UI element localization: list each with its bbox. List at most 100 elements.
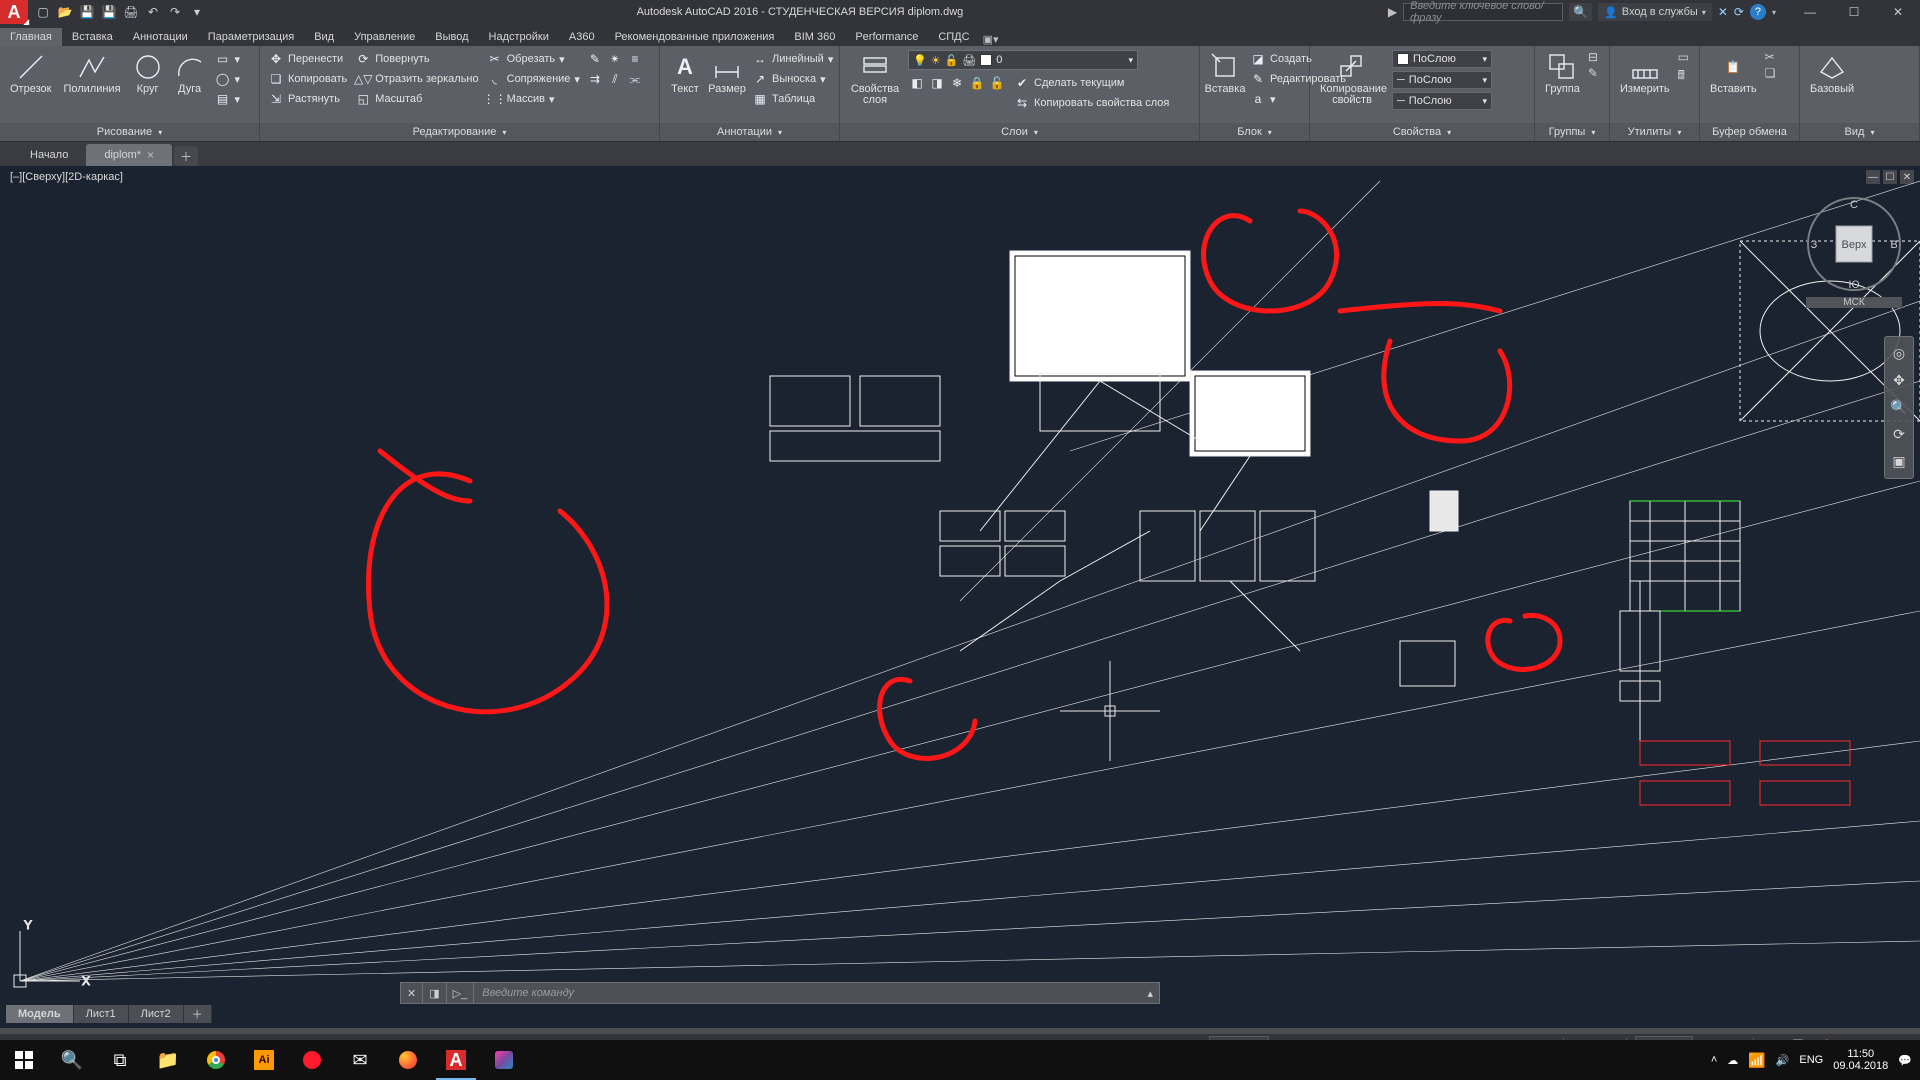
text-button[interactable]: A Текст xyxy=(666,50,704,97)
circle-button[interactable]: Круг xyxy=(129,50,167,97)
tray-expand-icon[interactable]: ˄ xyxy=(1711,1054,1717,1066)
taskview-icon[interactable]: ⧉ xyxy=(96,1040,144,1080)
make-current-button[interactable]: ✔Сделать текущим xyxy=(1012,74,1171,92)
help-icon[interactable]: ? xyxy=(1750,4,1766,20)
tab-home[interactable]: Главная xyxy=(0,28,62,46)
maximize-button[interactable]: ☐ xyxy=(1832,0,1876,24)
group-button[interactable]: Группа xyxy=(1541,50,1584,97)
drawing-canvas[interactable]: [–][Сверху][2D-каркас] — ☐ ✕ xyxy=(0,166,1920,1028)
layoff-icon[interactable]: ◨ xyxy=(928,74,946,92)
stretch-button[interactable]: ⇲Растянуть xyxy=(266,90,349,108)
offset-icon[interactable]: ≡ xyxy=(626,50,644,68)
tab-parametric[interactable]: Параметризация xyxy=(198,28,304,46)
tab-close-icon[interactable]: × xyxy=(147,148,154,162)
tab-bim360[interactable]: BIM 360 xyxy=(784,28,845,46)
start-button[interactable] xyxy=(0,1040,48,1080)
tab-start[interactable]: Начало xyxy=(12,144,86,166)
laylck-icon[interactable]: 🔒 xyxy=(968,74,986,92)
qat-redo-icon[interactable]: ↷ xyxy=(166,3,184,21)
illustrator-icon[interactable]: Ai xyxy=(240,1040,288,1080)
mirror-button[interactable]: △▽Отразить зеркально xyxy=(353,70,480,88)
scale-button[interactable]: ◱Масштаб xyxy=(353,90,480,108)
autocad-taskbar-icon[interactable]: A xyxy=(432,1040,480,1080)
signin-button[interactable]: 👤 Вход в службы ▾ xyxy=(1598,3,1712,21)
new-drawing-tab[interactable]: ＋ xyxy=(174,146,198,166)
layout-tab-2[interactable]: Лист2 xyxy=(129,1005,184,1023)
measure-button[interactable]: Измерить xyxy=(1616,50,1674,97)
tab-current-drawing[interactable]: diplom*× xyxy=(86,144,172,166)
qcalc-icon[interactable]: 🖩 xyxy=(1678,66,1689,87)
explode-icon[interactable]: ✴ xyxy=(606,50,624,68)
tab-a360[interactable]: A360 xyxy=(559,28,605,46)
layer-combo[interactable]: 💡 ☀ 🔓 🖨 0 ▾ xyxy=(908,50,1138,70)
mail-icon[interactable]: ✉ xyxy=(336,1040,384,1080)
dimension-button[interactable]: Размер xyxy=(708,50,746,97)
tab-annotate[interactable]: Аннотации xyxy=(123,28,198,46)
polyline-button[interactable]: Полилиния xyxy=(59,50,124,97)
erase-icon[interactable]: ✎ xyxy=(586,50,604,68)
chrome-icon[interactable] xyxy=(192,1040,240,1080)
cmdline-close-icon[interactable]: ✕ xyxy=(401,983,423,1003)
layulk-icon[interactable]: 🔓 xyxy=(988,74,1006,92)
layer-properties-button[interactable]: Свойства слоя xyxy=(846,50,904,108)
move-button[interactable]: ✥Перенести xyxy=(266,50,349,68)
break-icon[interactable]: ⫽ xyxy=(606,70,624,88)
color-combo[interactable]: ПоСлою▾ xyxy=(1392,50,1492,68)
paste-button[interactable]: 📋Вставить xyxy=(1706,50,1761,97)
linetype-combo[interactable]: ─ПоСлою▾ xyxy=(1392,92,1492,110)
steering-wheel-icon[interactable]: ◎ xyxy=(1893,345,1905,362)
qat-dropdown-icon[interactable]: ▾ xyxy=(188,3,206,21)
qat-plot-icon[interactable]: 🖨 xyxy=(122,3,140,21)
align-icon[interactable]: ⇉ xyxy=(586,70,604,88)
copy-clip-icon[interactable]: ❏ xyxy=(1765,66,1776,80)
arc-button[interactable]: Дуга xyxy=(171,50,209,97)
layout-tab-1[interactable]: Лист1 xyxy=(74,1005,129,1023)
tab-manage[interactable]: Управление xyxy=(344,28,425,46)
layout-tab-add[interactable]: ＋ xyxy=(184,1005,212,1023)
tab-featured[interactable]: Рекомендованные приложения xyxy=(605,28,785,46)
select-icon[interactable]: ▭ xyxy=(1678,50,1689,64)
viewcube-wcs[interactable]: МСК xyxy=(1806,297,1902,308)
line-button[interactable]: Отрезок xyxy=(6,50,55,97)
match-properties-button[interactable]: Копирование свойств xyxy=(1316,50,1388,108)
tab-view[interactable]: Вид xyxy=(304,28,344,46)
search-input[interactable]: Введите ключевое слово/фразу xyxy=(1403,3,1563,21)
pan-icon[interactable]: ✥ xyxy=(1893,372,1905,389)
firefox-icon[interactable] xyxy=(384,1040,432,1080)
close-button[interactable]: ✕ xyxy=(1876,0,1920,24)
rectangle-flyout[interactable]: ▭▾ xyxy=(213,50,243,68)
array-button[interactable]: ⋮⋮Массив ▾ xyxy=(485,90,582,108)
explorer-icon[interactable]: 📁 xyxy=(144,1040,192,1080)
leader-button[interactable]: ↗Выноска ▾ xyxy=(750,70,835,88)
fillet-button[interactable]: ◟Сопряжение ▾ xyxy=(485,70,582,88)
qat-new-icon[interactable]: ▢ xyxy=(34,3,52,21)
layfrz-icon[interactable]: ❄ xyxy=(948,74,966,92)
a360-icon[interactable]: ⟳ xyxy=(1734,5,1744,19)
copy-button[interactable]: ❏Копировать xyxy=(266,70,349,88)
layiso-icon[interactable]: ◧ xyxy=(908,74,926,92)
cut-icon[interactable]: ✂ xyxy=(1765,50,1776,64)
tab-insert[interactable]: Вставка xyxy=(62,28,123,46)
hatch-flyout[interactable]: ▤▾ xyxy=(213,90,243,108)
language-indicator[interactable]: ENG xyxy=(1799,1054,1823,1066)
paint3d-icon[interactable] xyxy=(480,1040,528,1080)
tab-performance[interactable]: Performance xyxy=(845,28,928,46)
trim-button[interactable]: ✂Обрезать ▾ xyxy=(485,50,582,68)
orbit-icon[interactable]: ⟳ xyxy=(1893,426,1905,443)
tab-addins[interactable]: Надстройки xyxy=(479,28,559,46)
rotate-button[interactable]: ⟳Повернуть xyxy=(353,50,480,68)
app-menu-button[interactable]: A xyxy=(0,0,28,24)
tab-output[interactable]: Вывод xyxy=(425,28,478,46)
showmotion-icon[interactable]: ▣ xyxy=(1892,453,1905,470)
match-layer-button[interactable]: ⇆Копировать свойства слоя xyxy=(1012,94,1171,112)
table-button[interactable]: ▦Таблица xyxy=(750,90,835,108)
navigation-bar[interactable]: ◎ ✥ 🔍 ⟳ ▣ xyxy=(1884,336,1914,479)
infocenter-arrow-icon[interactable]: ▶ xyxy=(1388,5,1397,19)
qat-open-icon[interactable]: 📂 xyxy=(56,3,74,21)
onedrive-icon[interactable]: ☁ xyxy=(1727,1054,1738,1067)
volume-icon[interactable]: 🔊 xyxy=(1776,1054,1790,1067)
qat-save-icon[interactable]: 💾 xyxy=(78,3,96,21)
ribbon-minimize-icon[interactable]: ▣▾ xyxy=(980,33,1002,46)
viewcube[interactable]: Верх С В З Ю МСК xyxy=(1806,196,1902,292)
join-icon[interactable]: ⫘ xyxy=(626,70,644,88)
